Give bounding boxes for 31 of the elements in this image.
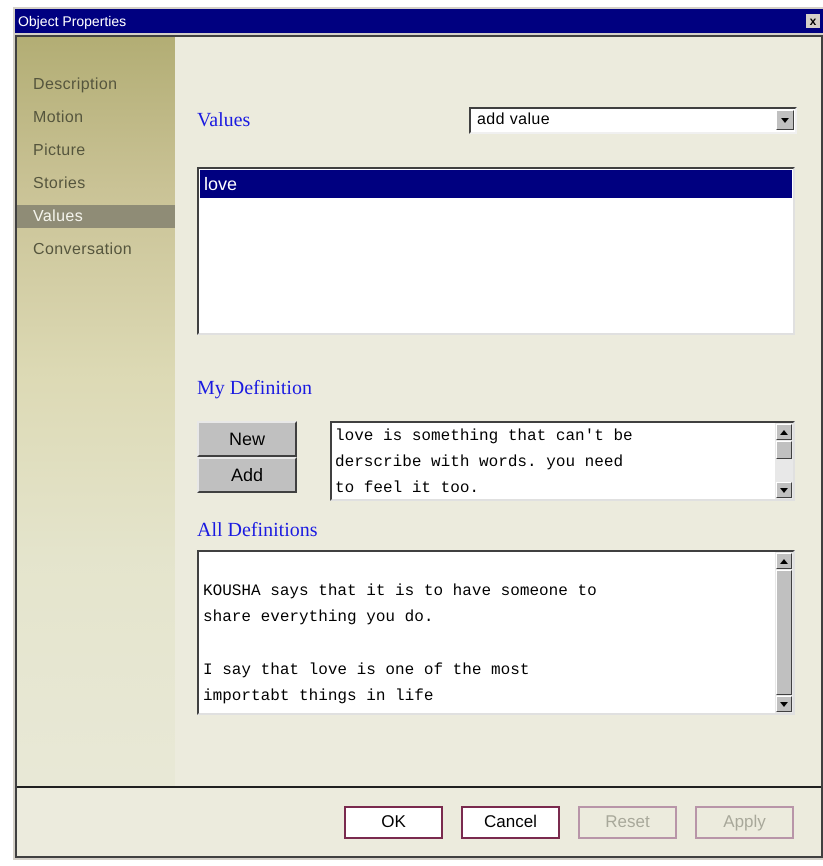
scroll-thumb[interactable] <box>776 441 792 459</box>
close-button[interactable]: x <box>806 14 820 28</box>
all-definitions-text-area[interactable]: KOUSHA says that it is to have someone to share everything you do. I say that love is one of the most importabt things in life <box>197 550 795 715</box>
definition-button[interactable]: Add <box>197 457 297 493</box>
section-heading: Values <box>197 108 250 133</box>
scroll-up-button[interactable] <box>776 553 792 569</box>
scroll-up-button[interactable] <box>776 424 792 440</box>
definition-text-area[interactable]: love is something that can't be derscribe with words. you need to feel it too. <box>330 421 795 501</box>
sidebar-item[interactable]: Picture <box>17 139 175 162</box>
add-value-dropdown[interactable]: add value <box>469 106 797 134</box>
definition-paragraph: I say that love is one of the most importabt things in life <box>203 660 530 707</box>
sidebar-item[interactable]: Description <box>17 73 175 96</box>
list-item[interactable]: love <box>200 170 792 198</box>
sidebar-item[interactable]: Stories <box>17 172 175 195</box>
window-title: Object Properties <box>18 12 126 31</box>
down-arrow-icon <box>780 702 788 706</box>
section-heading: All Definitions <box>197 518 319 541</box>
down-arrow-icon <box>780 488 788 492</box>
section-heading: My Definition <box>197 376 313 399</box>
dialog-button[interactable]: OK <box>344 806 443 838</box>
definition-button[interactable]: New <box>197 421 297 457</box>
scroll-down-button[interactable] <box>776 696 792 712</box>
sidebar-item[interactable]: Motion <box>17 106 175 129</box>
scroll-down-button[interactable] <box>776 482 792 498</box>
definition-paragraph: KOUSHA says that it is to have someone to share everything you do. <box>203 581 598 628</box>
dialog-button[interactable]: Cancel <box>461 806 560 838</box>
scroll-thumb[interactable] <box>776 570 792 695</box>
sidebar-item[interactable]: Conversation <box>17 238 175 261</box>
up-arrow-icon <box>780 430 788 434</box>
up-arrow-icon <box>780 558 788 564</box>
dropdown-arrow-icon <box>781 118 789 122</box>
